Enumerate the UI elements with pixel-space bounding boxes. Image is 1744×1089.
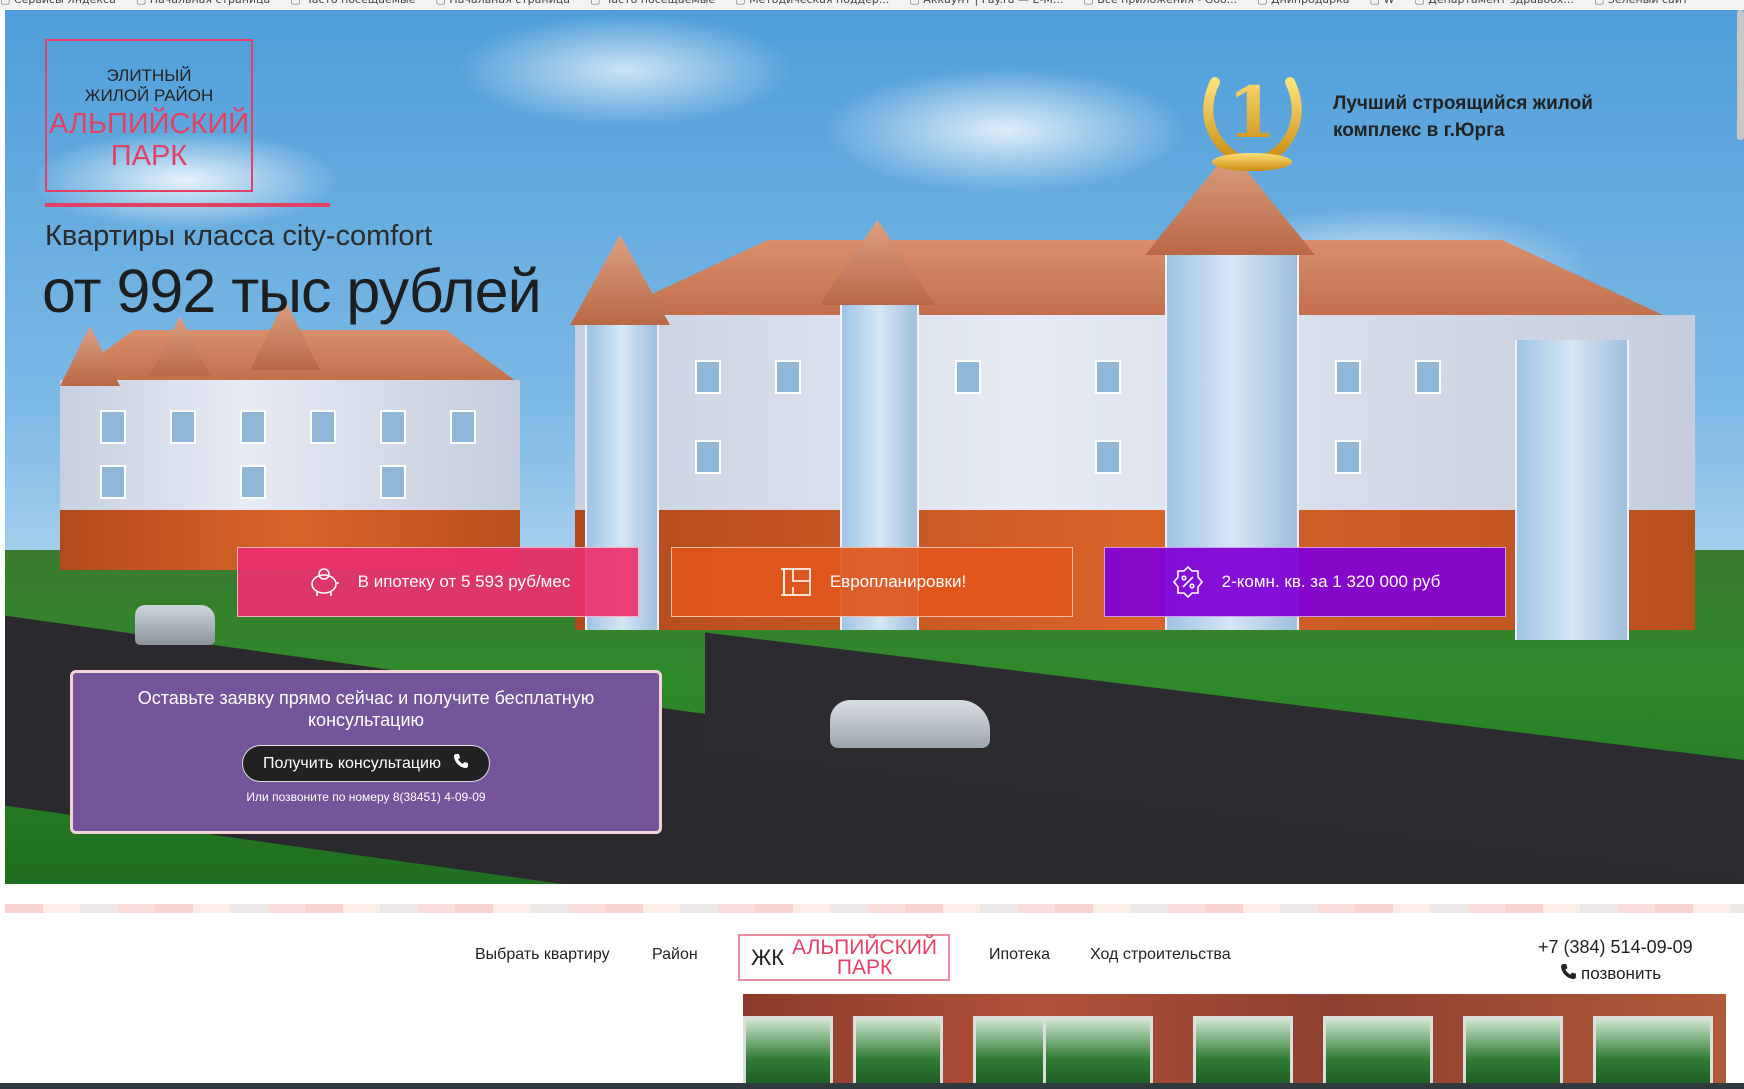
- feature-mortgage-label: В ипотеку от 5 593 руб/мес: [357, 572, 571, 591]
- laurel-award-icon: 1: [1195, 62, 1310, 174]
- bookmark-item[interactable]: Методическая поддер...: [735, 0, 889, 6]
- consultation-panel: Оставьте заявку прямо сейчас и получите …: [70, 670, 662, 834]
- bookmark-item[interactable]: Департамент здравоох...: [1414, 0, 1574, 6]
- nav-logo-prefix: ЖК: [750, 944, 785, 970]
- nav-logo-name-2: ПАРК: [836, 955, 893, 979]
- award-line-1: Лучший строящийся жилой: [1333, 93, 1593, 114]
- bookmark-item[interactable]: Начальная страница: [136, 0, 271, 6]
- phone-icon: [1560, 963, 1577, 985]
- get-consultation-label: Получить консультацию: [263, 754, 441, 772]
- feature-mortgage-button[interactable]: В ипотеку от 5 593 руб/мес: [237, 547, 639, 617]
- logo-tagline-2: ЖИЛОЙ РАЙОН: [84, 86, 214, 105]
- car: [830, 700, 990, 748]
- building-facade-image: [743, 994, 1726, 1089]
- bookmark-item[interactable]: Днипродарка: [1257, 0, 1350, 6]
- header-phone[interactable]: +7 (384) 514-09-09: [1538, 937, 1693, 958]
- feature-layouts-label: Европланировки!: [829, 572, 967, 591]
- get-consultation-button[interactable]: Получить консультацию: [242, 745, 490, 782]
- piggy-bank-icon: [306, 564, 342, 600]
- call-label: позвонить: [1581, 964, 1662, 983]
- call-link[interactable]: позвонить: [1560, 963, 1661, 985]
- left-building: [60, 330, 520, 570]
- bookmark-item[interactable]: Сервисы Яндекса: [0, 0, 116, 6]
- consultation-phone-note: Или позвоните по номеру 8(38451) 4-09-09: [246, 790, 486, 804]
- bookmark-item[interactable]: Начальная страница: [436, 0, 570, 6]
- bookmarks-bar: Сервисы Яндекса Начальная страница Часто п…: [0, 0, 1744, 9]
- status-bar: [0, 1083, 1744, 1089]
- logo-underline: [45, 203, 330, 207]
- hero-subtitle: Квартиры класса city-comfort: [45, 220, 433, 252]
- consultation-text: Оставьте заявку прямо сейчас и получите …: [137, 688, 595, 730]
- nav-mortgage[interactable]: Ипотека: [989, 946, 1050, 964]
- nav-construction-progress[interactable]: Ход строительства: [1090, 946, 1231, 964]
- feature-offer-label: 2-комн. кв. за 1 320 000 руб: [1221, 572, 1441, 591]
- feature-offer-button[interactable]: 2-комн. кв. за 1 320 000 руб: [1104, 547, 1506, 617]
- bookmark-item[interactable]: Зеленый сайт: [1594, 0, 1689, 6]
- logo-tagline-1: ЭЛИТНЫЙ: [106, 66, 192, 85]
- phone-icon: [453, 753, 469, 774]
- nav-logo[interactable]: ЖК АЛЬПИЙСКИЙ ПАРК: [738, 934, 950, 981]
- bookmark-item[interactable]: Все приложения - Goo...: [1083, 0, 1237, 6]
- feature-layouts-button[interactable]: Европланировки!: [671, 547, 1073, 617]
- hero-price: от 992 тыс рублей: [42, 257, 542, 325]
- nav-logo-name-1: АЛЬПИЙСКИЙ: [792, 935, 938, 959]
- bookmark-item[interactable]: Часто посещаемые: [590, 0, 715, 6]
- logo[interactable]: ЭЛИТНЫЙ ЖИЛОЙ РАЙОН АЛЬПИЙСКИЙ ПАРК: [45, 39, 253, 192]
- nav-district[interactable]: Район: [652, 946, 698, 964]
- logo-name-2: ПАРК: [110, 140, 188, 172]
- logo-name-1: АЛЬПИЙСКИЙ: [48, 108, 250, 140]
- award-line-2: комплекс в г.Юрга: [1333, 120, 1505, 141]
- bookmark-item[interactable]: W: [1370, 0, 1394, 6]
- discount-badge-icon: [1170, 564, 1206, 600]
- bookmark-item[interactable]: Аккаунт | Pay.ru — Е-М...: [909, 0, 1063, 6]
- award-text: Лучший строящийся жилой комплекс в г.Юрг…: [1333, 90, 1593, 144]
- floor-plan-icon: [778, 564, 814, 600]
- bookmark-item[interactable]: Часто посещаемые: [290, 0, 415, 6]
- award-number: 1: [1228, 71, 1277, 154]
- scrollbar[interactable]: [1737, 10, 1744, 140]
- nav-choose-apartment[interactable]: Выбрать квартиру: [475, 946, 610, 964]
- decorative-divider: [5, 904, 1744, 913]
- minivan: [135, 605, 215, 645]
